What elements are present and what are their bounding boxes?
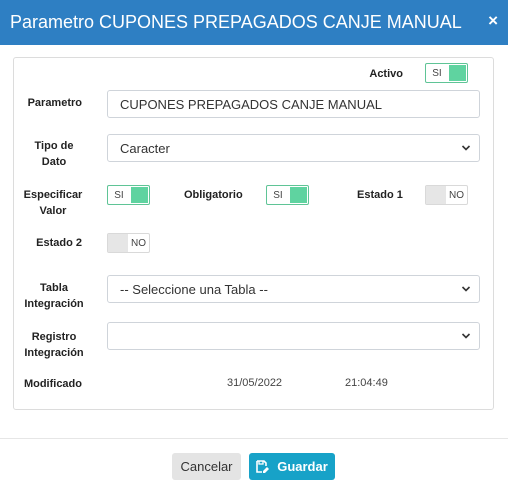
obligatorio-toggle-knob: [289, 187, 307, 203]
save-button[interactable]: Guardar: [249, 453, 335, 480]
estado-1-toggle-text: NO: [449, 189, 464, 201]
obligatorio-label: Obligatorio: [184, 189, 243, 201]
activo-toggle-knob: [448, 65, 466, 81]
obligatorio-toggle[interactable]: SI: [266, 185, 309, 205]
especificar-valor-toggle-text: SI: [114, 189, 124, 201]
registro-integracion-label: Registro Integración: [18, 329, 90, 361]
tipo-dato-label: Tipo de Dato: [24, 138, 84, 170]
estado-2-toggle-knob: [108, 234, 128, 252]
tabla-integracion-label-line2: Integración: [24, 298, 84, 310]
tabla-integracion-label: Tabla Integración: [18, 280, 90, 312]
tabla-integracion-label-line1: Tabla: [40, 282, 68, 294]
tipo-dato-label-line2: Dato: [41, 156, 67, 168]
estado-2-toggle[interactable]: NO: [107, 233, 150, 253]
registro-integracion-select[interactable]: [107, 322, 480, 350]
chevron-down-icon: [461, 286, 471, 292]
save-icon: [256, 460, 270, 473]
activo-label: Activo: [369, 68, 403, 80]
estado-1-toggle-knob: [426, 186, 446, 204]
estado-2-label: Estado 2: [36, 237, 82, 249]
especificar-valor-toggle-knob: [130, 187, 148, 203]
modal-title: Parametro CUPONES PREPAGADOS CANJE MANUA…: [10, 12, 462, 32]
tipo-dato-label-line1: Tipo de: [34, 140, 74, 152]
modal-header: Parametro CUPONES PREPAGADOS CANJE MANUA…: [0, 0, 508, 45]
activo-toggle[interactable]: SI: [425, 63, 468, 83]
tipo-dato-select[interactable]: Caracter: [107, 134, 480, 162]
tabla-integracion-select-value: -- Seleccione una Tabla --: [120, 281, 268, 297]
modificado-fecha: 31/05/2022: [227, 377, 283, 389]
modificado-label: Modificado: [23, 378, 82, 390]
parametro-input-value: CUPONES PREPAGADOS CANJE MANUAL: [120, 96, 382, 112]
registro-integracion-label-line2: Integración: [24, 347, 84, 359]
parametro-input[interactable]: CUPONES PREPAGADOS CANJE MANUAL: [107, 90, 480, 118]
estado-1-toggle[interactable]: NO: [425, 185, 468, 205]
chevron-down-icon: [461, 145, 471, 151]
activo-toggle-text: SI: [432, 67, 442, 79]
obligatorio-toggle-text: SI: [273, 189, 283, 201]
chevron-down-icon: [461, 333, 471, 339]
modificado-hora: 21:04:49: [345, 377, 388, 389]
estado-1-label: Estado 1: [357, 189, 403, 201]
especificar-valor-label: Especificar Valor: [22, 187, 84, 219]
close-icon[interactable]: ×: [488, 12, 498, 29]
especificar-valor-toggle[interactable]: SI: [107, 185, 150, 205]
footer-divider: [0, 438, 508, 439]
form-panel: Activo SI Parametro CUPONES PREPAGADOS C…: [13, 57, 494, 410]
tabla-integracion-select[interactable]: -- Seleccione una Tabla --: [107, 275, 480, 303]
cancel-button[interactable]: Cancelar: [172, 453, 241, 480]
registro-integracion-label-line1: Registro: [31, 331, 77, 343]
save-button-label: Guardar: [277, 459, 328, 474]
especificar-valor-label-line2: Valor: [39, 205, 67, 217]
especificar-valor-label-line1: Especificar: [23, 189, 83, 201]
estado-2-toggle-text: NO: [131, 237, 146, 249]
tipo-dato-select-value: Caracter: [120, 140, 170, 156]
parametro-label: Parametro: [27, 97, 82, 109]
